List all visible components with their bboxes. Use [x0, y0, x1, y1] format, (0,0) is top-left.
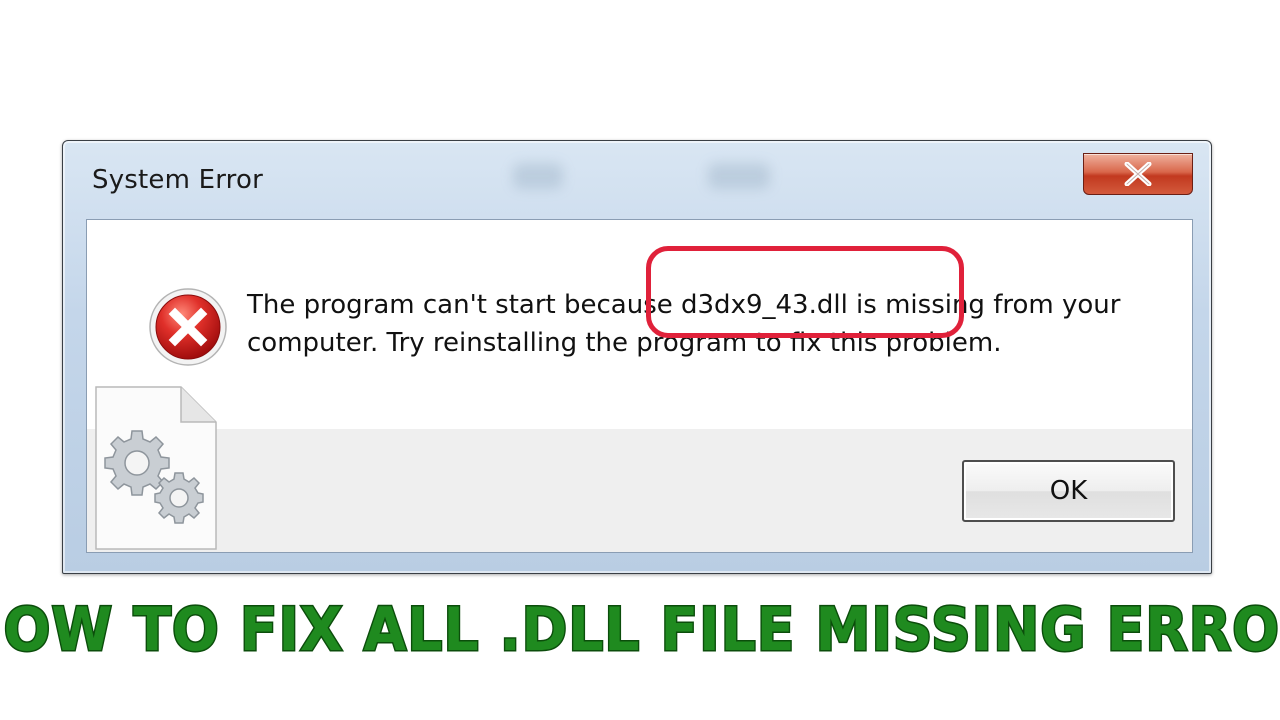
- dialog-client-area: The program can't start because d3dx9_43…: [86, 219, 1193, 553]
- dll-file-gears-icon: [95, 386, 217, 550]
- ok-button[interactable]: OK: [962, 460, 1175, 522]
- screenshot-stage: System Error The program can't start bec…: [0, 0, 1280, 720]
- error-x-icon: [149, 288, 227, 366]
- titlebar-blur: [708, 163, 770, 189]
- error-message: The program can't start because d3dx9_43…: [247, 286, 1147, 362]
- error-message-line-1: The program can't start because d3dx9_43…: [247, 290, 1121, 320]
- close-button[interactable]: [1083, 153, 1193, 195]
- headline-text: HOW TO FIX ALL .DLL FILE MISSING ERROR: [0, 594, 1280, 667]
- error-message-line-2: computer. Try reinstalling the program t…: [247, 328, 1002, 358]
- headline-banner: HOW TO FIX ALL .DLL FILE MISSING ERROR: [0, 585, 1280, 675]
- system-error-dialog: System Error The program can't start bec…: [62, 140, 1212, 574]
- close-x-icon: [1124, 162, 1152, 186]
- dialog-titlebar[interactable]: System Error: [63, 141, 1211, 219]
- dialog-title: System Error: [92, 165, 263, 195]
- titlebar-blur: [513, 163, 563, 189]
